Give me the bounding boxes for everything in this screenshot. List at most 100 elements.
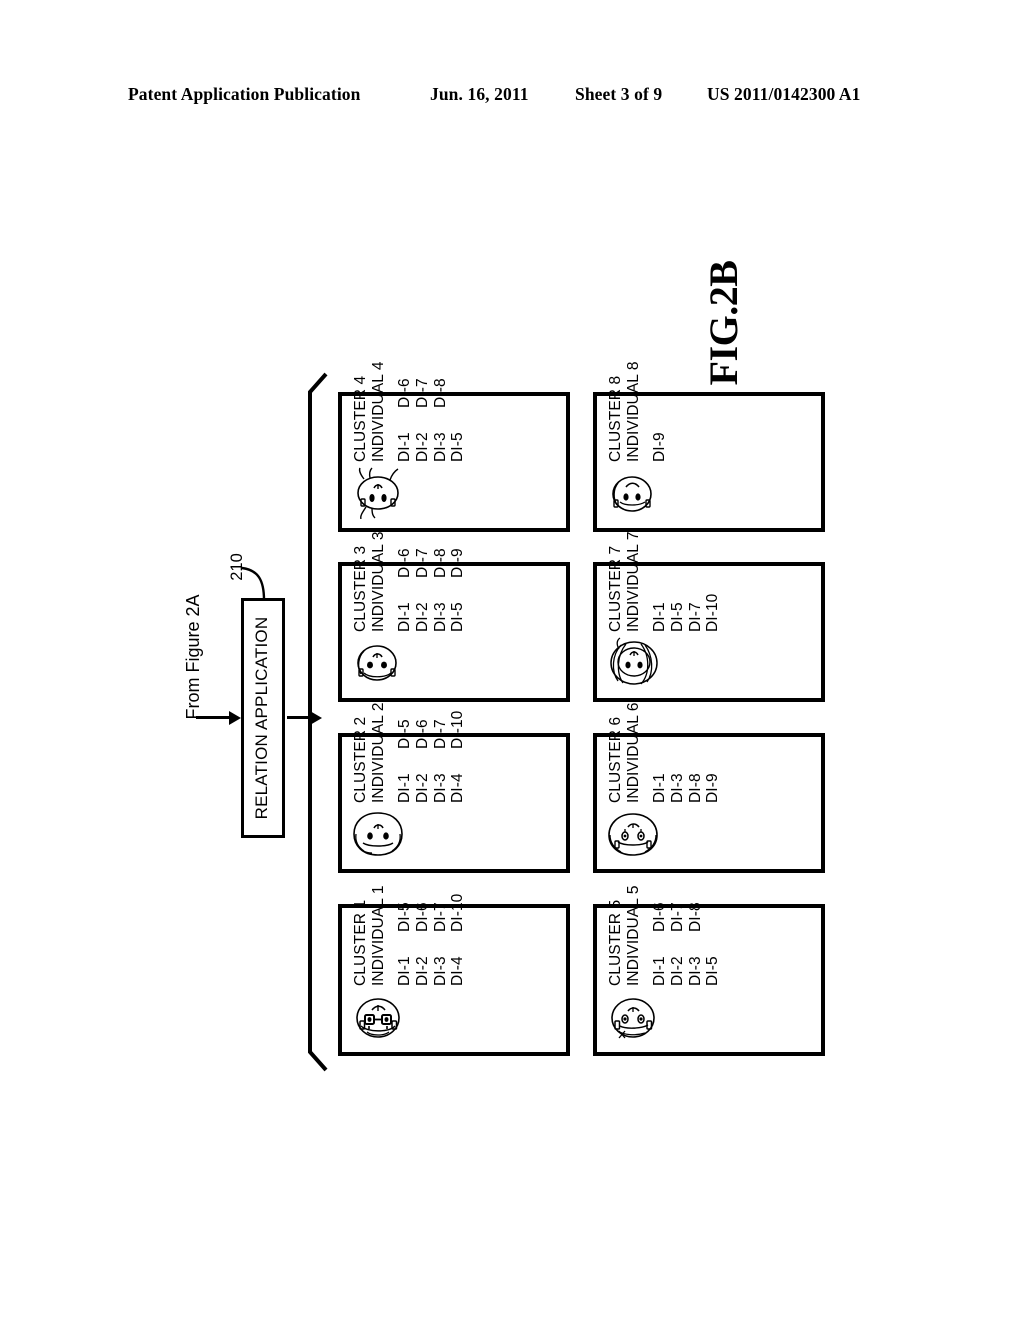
cluster-card-1[interactable]: CLUSTER 1 INDIVIDUAL 1 DI-1 DI-2 DI-3 DI…	[338, 885, 570, 1056]
di-item: DI-9	[704, 773, 722, 803]
di-item: DI-1	[651, 773, 668, 803]
cluster-individual: INDIVIDUAL 5	[624, 885, 642, 986]
cluster-card-5[interactable]: CLUSTER 5 INDIVIDUAL 5 DI-1 DI-2 DI-3 DI…	[593, 885, 825, 1056]
di-item: DI-1	[396, 432, 413, 462]
header-date-text: Jun. 16, 2011	[430, 84, 529, 104]
di-item: DI-1	[396, 602, 413, 632]
cluster-title: CLUSTER 7	[607, 545, 624, 632]
di-item: DI-10	[449, 710, 467, 749]
face-glasses-icon	[346, 988, 406, 1046]
cluster-individual: INDIVIDUAL 6	[624, 702, 642, 803]
di-column-2: DI-5 DI-6 DI-7 DI-10	[396, 884, 467, 932]
di-column-1: DI-1 DI-5 DI-7 DI-10	[651, 584, 722, 632]
reference-lead-line	[240, 566, 266, 602]
face-spiky-icon	[346, 464, 404, 522]
di-column-2: DI-6 DI-7 DI-8	[651, 884, 722, 932]
di-column-1: DI-9	[651, 414, 669, 462]
patent-header: Patent Application Publication Jun. 16, …	[0, 84, 1024, 110]
di-column-2: DI-6 DI-7 DI-8	[396, 360, 467, 408]
di-item: DI-7	[431, 902, 449, 932]
di-item: DI-3	[431, 602, 449, 632]
di-item: DI-6	[651, 902, 668, 932]
di-item: DI-6	[396, 548, 413, 578]
header-publication-text: Patent Application Publication	[128, 84, 361, 104]
di-column-2: DI-6 DI-7 DI-8 DI-9	[396, 530, 467, 578]
relation-application-box[interactable]: RELATION APPLICATION	[241, 598, 285, 838]
di-item: DI-8	[431, 378, 449, 408]
di-item: DI-2	[413, 602, 431, 632]
face-wavy-icon	[601, 805, 661, 863]
di-item: DI-3	[686, 956, 704, 986]
di-column-2: DI-5 DI-6 DI-7 DI-10	[396, 701, 467, 749]
di-column-1: DI-1 DI-2 DI-3 DI-5	[396, 414, 467, 462]
di-item: DI-8	[686, 773, 704, 803]
di-item: DI-10	[704, 593, 722, 632]
header-patent-number-text: US 2011/0142300 A1	[707, 84, 861, 104]
di-item: DI-3	[431, 956, 449, 986]
di-item: DI-1	[396, 956, 413, 986]
incoming-arrow	[196, 710, 241, 725]
di-item: DI-3	[668, 773, 686, 803]
cluster-title: CLUSTER 2	[352, 716, 369, 803]
di-item: DI-1	[651, 956, 668, 986]
cluster-title: CLUSTER 4	[352, 375, 369, 462]
cluster-individual: INDIVIDUAL 8	[624, 361, 642, 462]
di-column-1: DI-1 DI-2 DI-3 DI-4	[396, 938, 467, 986]
di-item: DI-7	[413, 378, 431, 408]
di-item: DI-9	[651, 432, 668, 462]
di-item: DI-5	[449, 602, 467, 632]
cluster-individual: INDIVIDUAL 4	[369, 361, 387, 462]
cluster-title: CLUSTER 5	[607, 899, 624, 986]
cluster-individual: INDIVIDUAL 7	[624, 531, 642, 632]
di-column-1: DI-1 DI-3 DI-8 DI-9	[651, 755, 722, 803]
cluster-card-6[interactable]: CLUSTER 6 INDIVIDUAL 6 DI-1 DI-3 DI-8 DI…	[593, 702, 825, 873]
relation-application-label: RELATION APPLICATION	[252, 616, 271, 820]
cluster-card-8[interactable]: CLUSTER 8 INDIVIDUAL 8 DI-9	[593, 361, 825, 532]
face-short-hair-icon	[601, 988, 661, 1046]
di-item: DI-6	[396, 378, 413, 408]
face-long-hair-icon	[601, 634, 663, 692]
face-curly-icon	[346, 805, 406, 863]
di-item: DI-2	[413, 956, 431, 986]
di-item: DI-5	[668, 602, 686, 632]
cluster-title: CLUSTER 1	[352, 899, 369, 986]
cluster-individual: INDIVIDUAL 2	[369, 702, 387, 803]
cluster-card-2[interactable]: CLUSTER 2 INDIVIDUAL 2 DI-1 DI-2 DI-3 DI…	[338, 702, 570, 873]
di-item: DI-4	[449, 956, 467, 986]
cluster-card-7[interactable]: CLUSTER 7 INDIVIDUAL 7 DI-1 DI-5 DI-7 DI…	[593, 531, 825, 702]
cluster-title: CLUSTER 6	[607, 716, 624, 803]
di-item: DI-7	[431, 719, 449, 749]
di-item: DI-5	[704, 956, 722, 986]
di-column-1: DI-1 DI-2 DI-3 DI-4	[396, 755, 467, 803]
di-item: DI-2	[413, 773, 431, 803]
di-item: DI-2	[413, 432, 431, 462]
di-item: DI-5	[396, 902, 413, 932]
di-item: DI-6	[413, 902, 431, 932]
cluster-card-3[interactable]: CLUSTER 3 INDIVIDUAL 3 DI-1 DI-2 DI-3 DI…	[338, 531, 570, 702]
figure-label: FIG.2B	[700, 260, 746, 386]
cluster-card-4[interactable]: CLUSTER 4 INDIVIDUAL 4 DI-1 DI-2 DI-3 DI…	[338, 361, 570, 532]
di-item: DI-7	[686, 602, 704, 632]
di-column-1: DI-1 DI-2 DI-3 DI-5	[651, 938, 722, 986]
cluster-grid: CLUSTER 4 INDIVIDUAL 4 DI-1 DI-2 DI-3 DI…	[338, 361, 838, 1064]
di-item: DI-2	[668, 956, 686, 986]
arrow-head-icon	[229, 710, 241, 725]
cluster-title: CLUSTER 3	[352, 545, 369, 632]
di-item: DI-5	[449, 432, 467, 462]
di-item: DI-8	[686, 902, 704, 932]
di-item: DI-9	[449, 548, 467, 578]
di-item: DI-6	[413, 719, 431, 749]
face-oval-icon	[601, 464, 659, 522]
di-item: DI-8	[431, 548, 449, 578]
cluster-title: CLUSTER 8	[607, 375, 624, 462]
face-plain-icon	[346, 634, 404, 692]
di-item: DI-1	[651, 602, 668, 632]
di-item: DI-7	[413, 548, 431, 578]
di-column-1: DI-1 DI-2 DI-3 DI-5	[396, 584, 467, 632]
di-item: DI-10	[449, 893, 467, 932]
cluster-individual: INDIVIDUAL 3	[369, 531, 387, 632]
header-sheet-text: Sheet 3 of 9	[575, 84, 663, 104]
di-item: DI-5	[396, 719, 413, 749]
cluster-individual: INDIVIDUAL 1	[369, 885, 387, 986]
di-item: DI-1	[396, 773, 413, 803]
